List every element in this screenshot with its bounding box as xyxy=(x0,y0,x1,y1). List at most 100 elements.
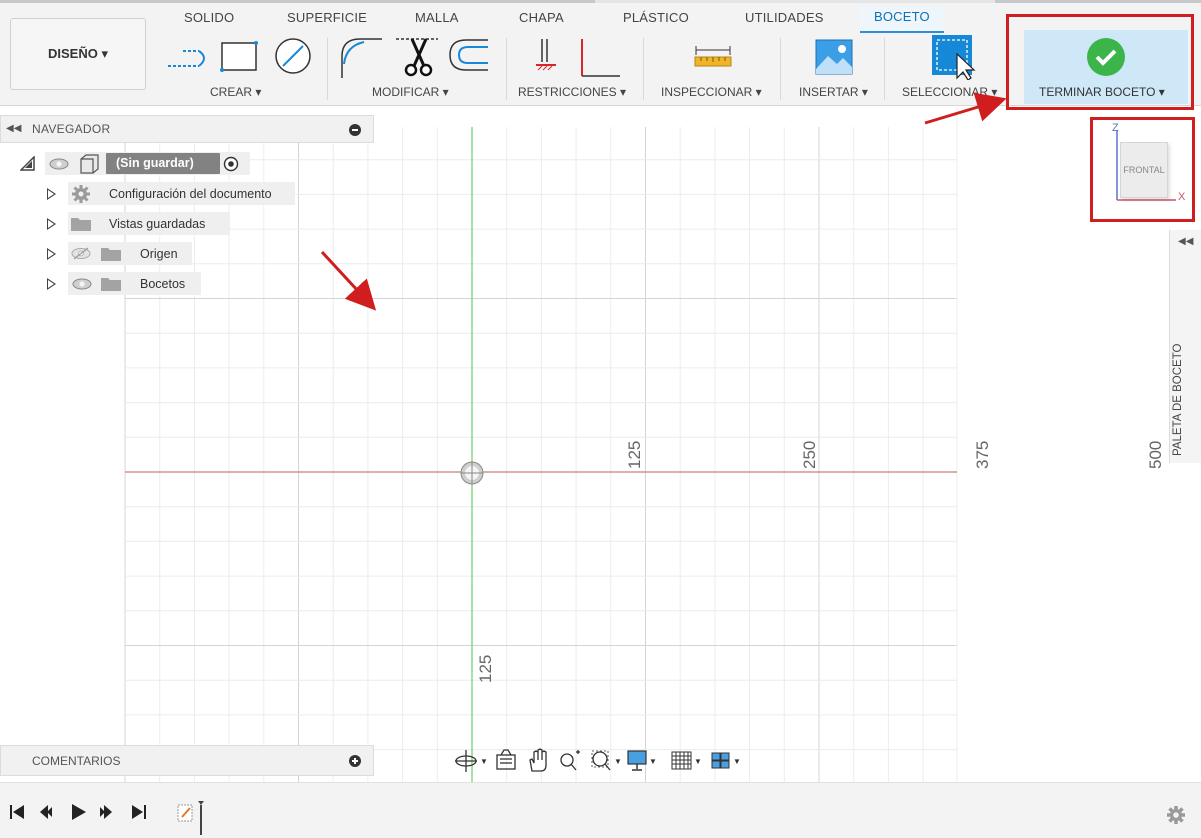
tab-solido[interactable]: SOLIDO xyxy=(184,10,234,25)
comments-panel[interactable]: COMENTARIOS xyxy=(0,745,374,776)
tab-malla[interactable]: MALLA xyxy=(415,10,459,25)
tree-item-origin[interactable]: Origen xyxy=(44,242,194,266)
display-settings-icon[interactable] xyxy=(627,750,647,771)
sketch-marker-icon[interactable] xyxy=(177,801,207,835)
grid-settings-icon[interactable] xyxy=(671,751,692,770)
tab-chapa[interactable]: CHAPA xyxy=(519,10,564,25)
folder-icon xyxy=(101,278,121,291)
hidden-eye-icon[interactable] xyxy=(71,247,91,260)
orbit-icon[interactable] xyxy=(455,750,477,772)
sketch-canvas[interactable]: 125 250 375 500 125 xyxy=(0,107,1201,782)
modify-tools xyxy=(341,38,488,78)
sketch-grid: 125 250 375 500 125 xyxy=(124,107,1165,782)
component-icon xyxy=(80,154,99,174)
tab-utilidades[interactable]: UTILIDADES xyxy=(745,10,824,25)
annotation-box-viewcube xyxy=(1090,117,1195,222)
folder-icon xyxy=(71,218,91,231)
zoom-dropdown-icon[interactable]: ▼ xyxy=(614,757,622,766)
step-back-icon[interactable] xyxy=(40,805,52,819)
gear-icon[interactable] xyxy=(1166,805,1186,825)
create-tools xyxy=(168,38,311,74)
tree-item-label: Vistas guardadas xyxy=(109,217,206,231)
visibility-eye-icon[interactable] xyxy=(72,278,92,290)
annotation-box-finish-sketch xyxy=(1006,14,1194,110)
group-modificar[interactable]: MODIFICAR ▾ xyxy=(372,85,449,99)
coincident-constraint-icon[interactable] xyxy=(536,39,556,71)
insert-image-icon[interactable] xyxy=(815,39,853,75)
offset-icon[interactable] xyxy=(449,39,488,71)
trim-scissors-icon[interactable] xyxy=(396,38,438,77)
skip-start-icon[interactable] xyxy=(10,805,24,819)
origin-point-icon[interactable] xyxy=(460,461,484,485)
gear-icon xyxy=(72,185,90,203)
tab-boceto[interactable]: BOCETO xyxy=(860,6,944,33)
navigator-title: NAVEGADOR xyxy=(32,122,111,136)
x-tick-label: 375 xyxy=(973,441,992,469)
group-seleccionar[interactable]: SELECCIONAR ▾ xyxy=(902,85,997,99)
x-tick-label: 250 xyxy=(800,441,819,469)
pan-hand-icon[interactable] xyxy=(529,748,547,772)
grid-lines xyxy=(124,107,958,782)
sketch-palette[interactable]: ◀◀ PALETA DE BOCETO xyxy=(1169,230,1201,463)
timeline-bar xyxy=(0,782,1201,838)
zoom-icon[interactable] xyxy=(560,750,580,771)
workspace-dropdown[interactable]: DISEÑO ▾ xyxy=(10,18,146,90)
x-tick-label: 500 xyxy=(1146,441,1165,469)
tree-item-label: Bocetos xyxy=(140,277,186,291)
navigator-minimize-icon[interactable] xyxy=(349,124,361,136)
view-navigation-bar: ▼ ▼ ▼ ▼ ▼ xyxy=(455,748,741,772)
activate-radio-icon[interactable] xyxy=(223,156,239,172)
step-forward-icon[interactable] xyxy=(100,805,112,819)
root-name: (Sin guardar) xyxy=(116,156,194,170)
play-icon[interactable] xyxy=(72,804,86,820)
group-insertar[interactable]: INSERTAR ▾ xyxy=(799,85,868,99)
group-separator xyxy=(884,38,885,100)
tab-plastico[interactable]: PLÁSTICO xyxy=(623,10,689,25)
display-dropdown-icon[interactable]: ▼ xyxy=(649,757,657,766)
line-icon[interactable] xyxy=(168,50,205,67)
group-inspeccionar[interactable]: INSPECCIONAR ▾ xyxy=(661,85,762,99)
visibility-eye-icon[interactable] xyxy=(49,158,69,170)
workspace-label: DISEÑO ▾ xyxy=(48,46,108,61)
rectangle-icon[interactable] xyxy=(220,41,258,72)
collapse-left-icon[interactable]: ◀◀ xyxy=(6,123,21,134)
tree-item-label: Configuración del documento xyxy=(109,187,272,201)
navigator-header[interactable]: ◀◀ NAVEGADOR xyxy=(0,115,374,143)
perpendicular-constraint-icon[interactable] xyxy=(581,39,620,77)
viewports-dropdown-icon[interactable]: ▼ xyxy=(733,757,741,766)
group-separator xyxy=(506,38,507,100)
y-tick-label: 125 xyxy=(476,655,495,683)
grid-dropdown-icon[interactable]: ▼ xyxy=(694,757,702,766)
skip-end-icon[interactable] xyxy=(132,805,146,819)
orbit-dropdown-icon[interactable]: ▼ xyxy=(480,757,488,766)
tree-item-document-settings[interactable]: Configuración del documento xyxy=(44,182,296,206)
look-at-icon[interactable] xyxy=(496,749,516,770)
tree-item-label: Origen xyxy=(140,247,178,261)
constraint-tools xyxy=(536,39,620,77)
zoom-window-icon[interactable] xyxy=(591,750,611,771)
expanded-triangle-icon[interactable] xyxy=(20,156,36,172)
tree-item-saved-views[interactable]: Vistas guardadas xyxy=(44,212,234,236)
measure-icon[interactable] xyxy=(694,46,732,68)
group-restricciones[interactable]: RESTRICCIONES ▾ xyxy=(518,85,626,99)
group-separator xyxy=(327,38,328,100)
expand-triangle-icon[interactable] xyxy=(47,248,56,260)
add-comment-icon[interactable] xyxy=(349,755,361,767)
window-top-edge-highlight xyxy=(595,0,995,3)
comments-title: COMENTARIOS xyxy=(32,754,121,768)
circle-icon[interactable] xyxy=(275,38,311,74)
viewports-icon[interactable] xyxy=(711,752,730,769)
tree-item-sketches[interactable]: Bocetos xyxy=(44,272,204,296)
group-separator xyxy=(780,38,781,100)
expand-triangle-icon[interactable] xyxy=(47,218,56,230)
group-separator xyxy=(643,38,644,100)
fillet-icon[interactable] xyxy=(341,38,382,78)
expand-triangle-icon[interactable] xyxy=(47,278,56,290)
group-crear[interactable]: CREAR ▾ xyxy=(210,85,261,99)
expand-triangle-icon[interactable] xyxy=(47,188,56,200)
tab-superficie[interactable]: SUPERFICIE xyxy=(287,10,367,25)
x-tick-label: 125 xyxy=(625,441,644,469)
select-icon[interactable] xyxy=(931,34,979,80)
tree-root[interactable]: (Sin guardar) xyxy=(18,152,258,176)
folder-icon xyxy=(101,248,121,261)
